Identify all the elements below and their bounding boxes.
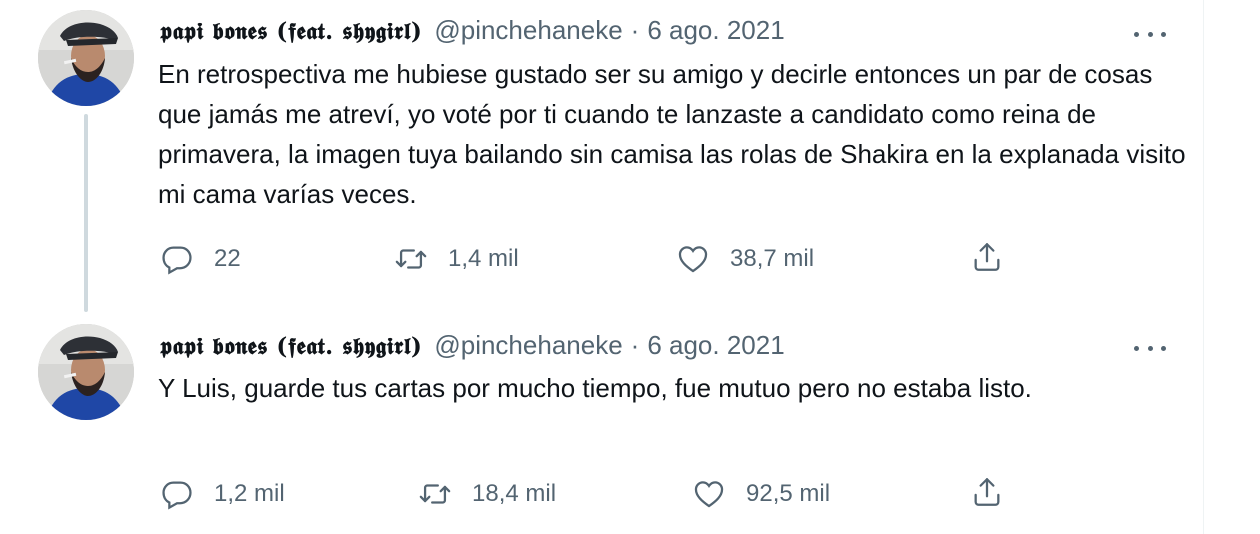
- retweet-button[interactable]: 1,4 mil: [394, 242, 519, 276]
- heart-icon: [678, 246, 708, 273]
- tweet[interactable]: 𝖕𝖆𝖕𝖎 𝖇𝖔𝖓𝖊𝖘 (𝖋𝖊𝖆𝖙. 𝖘𝖍𝖞𝖌𝖎𝖗𝖑) @pinchehaneke…: [0, 0, 1203, 318]
- thread-connector: [84, 114, 88, 312]
- more-icon[interactable]: [1130, 336, 1170, 360]
- retweet-icon: [395, 249, 427, 269]
- reply-button[interactable]: 1,2 mil: [160, 477, 285, 511]
- separator-dot: ·: [630, 15, 640, 45]
- like-button[interactable]: 38,7 mil: [676, 242, 814, 276]
- username-handle[interactable]: @pinchehaneke: [434, 327, 622, 363]
- tweet-header: 𝖕𝖆𝖕𝖎 𝖇𝖔𝖓𝖊𝖘 (𝖋𝖊𝖆𝖙. 𝖘𝖍𝖞𝖌𝖎𝖗𝖑) @pinchehaneke…: [160, 12, 785, 50]
- retweet-icon: [419, 484, 451, 504]
- reply-count: 1,2 mil: [214, 480, 285, 507]
- tweet-header: 𝖕𝖆𝖕𝖎 𝖇𝖔𝖓𝖊𝖘 (𝖋𝖊𝖆𝖙. 𝖘𝖍𝖞𝖌𝖎𝖗𝖑) @pinchehaneke…: [160, 327, 785, 365]
- share-icon: [974, 478, 1000, 506]
- retweet-count: 18,4 mil: [472, 480, 557, 507]
- tweet-text: En retrospectiva me hubiese gustado ser …: [158, 59, 1186, 209]
- like-count: 38,7 mil: [730, 245, 815, 272]
- like-button[interactable]: 92,5 mil: [692, 477, 830, 511]
- right-column-edge: [1203, 0, 1260, 534]
- avatar-image: [38, 324, 134, 420]
- display-name[interactable]: 𝖕𝖆𝖕𝖎 𝖇𝖔𝖓𝖊𝖘 (𝖋𝖊𝖆𝖙. 𝖘𝖍𝖞𝖌𝖎𝖗𝖑): [160, 329, 422, 365]
- avatar[interactable]: [38, 324, 134, 420]
- retweet-button[interactable]: 18,4 mil: [418, 477, 556, 511]
- tweet[interactable]: 𝖕𝖆𝖕𝖎 𝖇𝖔𝖓𝖊𝖘 (𝖋𝖊𝖆𝖙. 𝖘𝖍𝖞𝖌𝖎𝖗𝖑) @pinchehaneke…: [0, 318, 1203, 534]
- reply-icon: [162, 481, 192, 510]
- avatar[interactable]: [38, 10, 134, 106]
- reply-icon: [162, 246, 192, 275]
- heart-icon: [694, 481, 724, 508]
- separator-dot: ·: [630, 330, 640, 360]
- username-handle[interactable]: @pinchehaneke: [434, 12, 622, 48]
- tweet-date[interactable]: 6 ago. 2021: [647, 12, 784, 48]
- share-button[interactable]: [970, 475, 1004, 509]
- share-icon: [974, 243, 1000, 271]
- tweet-date[interactable]: 6 ago. 2021: [647, 327, 784, 363]
- like-count: 92,5 mil: [746, 480, 831, 507]
- more-icon[interactable]: [1130, 22, 1170, 46]
- retweet-count: 1,4 mil: [448, 245, 519, 272]
- display-name[interactable]: 𝖕𝖆𝖕𝖎 𝖇𝖔𝖓𝖊𝖘 (𝖋𝖊𝖆𝖙. 𝖘𝖍𝖞𝖌𝖎𝖗𝖑): [160, 14, 422, 50]
- reply-count: 22: [214, 245, 241, 272]
- tweet-text: Y Luis, guarde tus cartas por mucho tiem…: [158, 373, 1032, 403]
- avatar-image: [38, 10, 134, 106]
- reply-button[interactable]: 22: [160, 242, 241, 276]
- share-button[interactable]: [970, 240, 1004, 274]
